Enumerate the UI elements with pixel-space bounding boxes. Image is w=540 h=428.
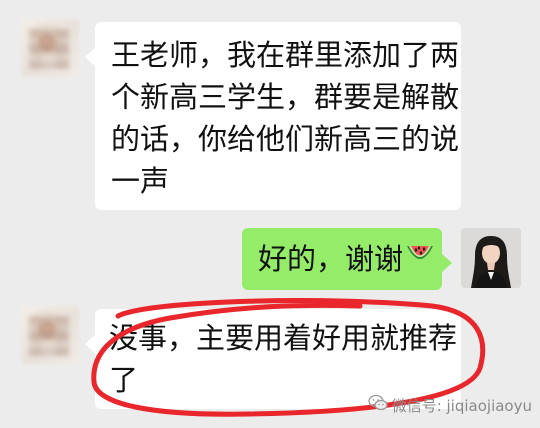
message-text-line: 王老师，我在群里添加了两 — [111, 38, 460, 72]
watermark-text: 微信号: jiqiaojiaoyu — [391, 396, 532, 415]
message-text-line: 的话，你给他们新高三的说 — [111, 122, 460, 156]
message-text-line: 一声 — [111, 164, 170, 198]
message-text-line: 没事，主要用着好用就推荐 — [109, 321, 458, 355]
contact-avatar-1[interactable] — [21, 19, 79, 77]
message-text: 好的，谢谢 — [258, 242, 404, 276]
message-bubble-1[interactable]: 王老师，我在群里添加了两 个新高三学生，群要是解散 的话，你给他们新高三的说 一… — [85, 22, 461, 210]
user-avatar[interactable] — [461, 228, 521, 288]
message-bubble-2[interactable]: 好的，谢谢 — [242, 228, 452, 290]
wechat-icon — [368, 394, 388, 416]
message-text-line: 个新高三学生，群要是解散 — [111, 80, 460, 114]
watermelon-icon — [405, 237, 435, 279]
watermark: 微信号: jiqiaojiaoyu — [368, 394, 532, 416]
contact-avatar-2[interactable] — [21, 306, 79, 364]
